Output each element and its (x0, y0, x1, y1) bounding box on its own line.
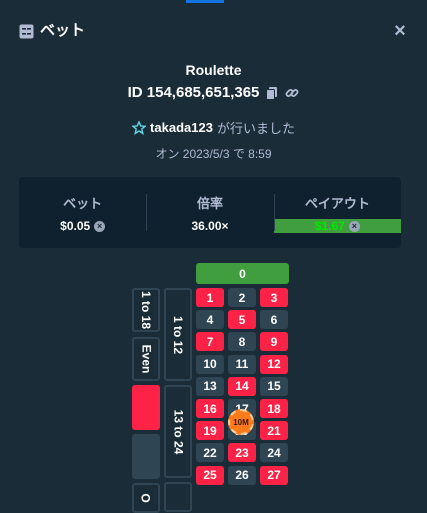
placed-by-row: takada123 が行いました (0, 118, 427, 137)
stat-bet: ベット $0.05 × (19, 177, 146, 248)
outside-bet-odd[interactable]: O (132, 483, 160, 513)
bet-amount: $0.05 (60, 219, 91, 233)
number-cell-8[interactable]: 8 (228, 332, 256, 352)
number-cell-6[interactable]: 6 (260, 310, 288, 330)
currency-icon: × (94, 220, 106, 232)
number-cell-14[interactable]: 14 (228, 376, 256, 396)
outside-label: O (139, 493, 153, 503)
modal-header: ベット × (0, 0, 427, 62)
stat-label: ベット (63, 196, 103, 211)
multiplier-value: 36.00× (191, 219, 229, 233)
stat-label: 倍率 (196, 196, 223, 211)
number-cell-26[interactable]: 26 (228, 465, 256, 485)
copy-icon[interactable] (265, 86, 279, 100)
dozen-label: 13 to 24 (171, 409, 186, 454)
outside-label: 1 to 18 (139, 290, 154, 330)
stat-value: 36.00× (146, 219, 273, 233)
number-cell-3[interactable]: 3 (260, 288, 288, 307)
number-cell-2[interactable]: 2 (228, 288, 256, 307)
bet-slip-icon (19, 24, 34, 39)
number-cell-24[interactable]: 24 (260, 443, 288, 463)
number-cell-16[interactable]: 16 (196, 399, 224, 418)
star-icon (132, 120, 147, 135)
dozen-13-to-24[interactable]: 13 to 24 (164, 385, 192, 478)
number-cell-19[interactable]: 19 (196, 421, 224, 441)
outside-label: Even (139, 344, 153, 374)
number-cell-1[interactable]: 1 (196, 288, 224, 307)
number-cell-7[interactable]: 7 (196, 332, 224, 352)
number-cell-12[interactable]: 12 (260, 354, 288, 374)
stat-value: $1.67 × (273, 219, 401, 233)
outside-bet-even[interactable]: Even (132, 337, 160, 381)
dozen-1-to-12[interactable]: 1 to 12 (164, 288, 192, 381)
bet-id-row: ID 154,685,651,365 (0, 84, 427, 101)
number-cell-23[interactable]: 23 (228, 443, 256, 463)
number-cell-13[interactable]: 13 (196, 376, 224, 396)
close-icon[interactable]: × (390, 20, 410, 42)
number-cell-0[interactable]: 0 (196, 263, 289, 284)
stat-payout: ペイアウト $1.67 × (273, 177, 401, 248)
game-name[interactable]: Roulette (0, 62, 427, 78)
outside-bet-red[interactable] (132, 385, 160, 430)
placed-by-suffix: が行いました (216, 121, 295, 136)
number-cell-5[interactable]: 5 (228, 310, 256, 330)
stat-label: ペイアウト (304, 196, 370, 211)
dozen-label: 1 to 12 (171, 315, 186, 354)
modal-title: ベット (40, 22, 86, 39)
bet-datetime: オン 2023/5/3 で 8:59 (155, 147, 272, 161)
number-cell-11[interactable]: 11 (228, 354, 256, 374)
payout-amount: $1.67 (314, 219, 345, 233)
username[interactable]: takada123 (150, 120, 213, 135)
number-cell-21[interactable]: 21 (260, 421, 288, 441)
bet-chip[interactable]: 10M (228, 409, 254, 435)
link-icon[interactable] (285, 86, 299, 100)
number-cell-9[interactable]: 9 (260, 332, 288, 352)
currency-icon: × (348, 220, 360, 232)
number-cell-4[interactable]: 4 (196, 310, 224, 330)
number-cell-22[interactable]: 22 (196, 443, 224, 463)
bet-id: ID 154,685,651,365 (127, 84, 260, 101)
number-cell-25[interactable]: 25 (196, 465, 224, 485)
number-cell-27[interactable]: 27 (260, 465, 288, 485)
outside-bet-1-to-18[interactable]: 1 to 18 (132, 288, 160, 332)
number-cell-15[interactable]: 15 (260, 376, 288, 396)
number-cell-18[interactable]: 18 (260, 399, 288, 418)
outside-bet-black[interactable] (132, 434, 160, 479)
bet-stats-panel: ベット $0.05 × 倍率 36.00× ペイアウト $1.67 × (19, 177, 401, 248)
stat-value: $0.05 × (19, 219, 146, 233)
stat-multiplier: 倍率 36.00× (146, 177, 273, 248)
number-cell-10[interactable]: 10 (196, 354, 224, 374)
dozen-25-to-36[interactable] (164, 482, 192, 512)
